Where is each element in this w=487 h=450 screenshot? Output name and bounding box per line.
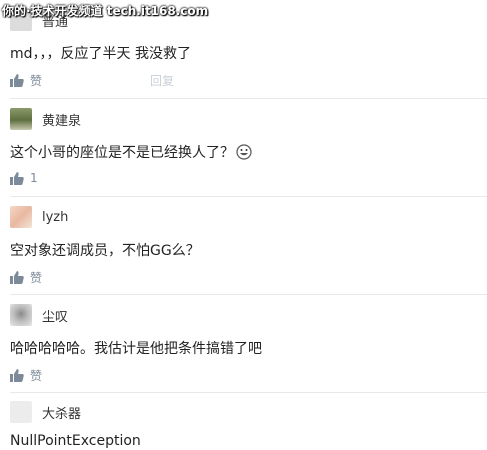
like-label: 赞 <box>30 271 43 285</box>
avatar[interactable] <box>10 401 32 423</box>
like-button[interactable]: 赞 <box>10 72 42 89</box>
comment-text-row: 这个小哥的座位是不是已经换人了？ <box>10 142 252 162</box>
username[interactable]: lyzh <box>42 210 68 225</box>
comment-header: lyzh <box>10 205 68 229</box>
comment-item: 尘叹 哈哈哈哈哈。我估计是他把条件搞错了吧 赞 <box>0 295 487 392</box>
like-label: 赞 <box>30 74 43 88</box>
thumbs-up-icon <box>10 74 24 87</box>
like-button[interactable]: 赞 <box>10 269 42 286</box>
grinning-face-icon <box>236 144 252 160</box>
thumbs-up-icon <box>10 171 24 185</box>
comment-item: 黄建泉 这个小哥的座位是不是已经换人了？ 1 <box>0 99 487 196</box>
username[interactable]: 大杀器 <box>42 403 81 422</box>
avatar[interactable] <box>10 108 32 130</box>
reply-label: 回复 <box>150 74 175 88</box>
comment-text: 空对象还调成员，不怕GG么？ <box>10 243 200 259</box>
comment-text: 哈哈哈哈哈。我估计是他把条件搞错了吧 <box>10 341 262 357</box>
comment-header: 黄建泉 <box>10 107 81 131</box>
comment-text: 这个小哥的座位是不是已经换人了？ <box>10 145 234 161</box>
watermark: 你的·技术开发频道 tech.it168.com <box>2 4 209 18</box>
comment-text: NullPointException <box>10 433 141 449</box>
username[interactable]: 尘叹 <box>42 306 68 325</box>
comment-item: lyzh 空对象还调成员，不怕GG么？ 赞 <box>0 197 487 294</box>
avatar[interactable] <box>10 206 32 228</box>
like-count: 1 <box>30 171 38 185</box>
reply-button[interactable]: 回复 <box>150 72 174 89</box>
comment-text: md，，，反应了半天 我没救了 <box>10 46 191 62</box>
thumbs-up-icon <box>10 271 24 284</box>
thumbs-up-icon <box>10 369 24 382</box>
avatar[interactable] <box>10 304 32 326</box>
like-button[interactable]: 赞 <box>10 367 42 384</box>
like-label: 赞 <box>30 369 43 383</box>
comment-item: 大杀器 NullPointException <box>0 393 487 450</box>
comment-header: 大杀器 <box>10 400 81 424</box>
comment-header: 尘叹 <box>10 303 68 327</box>
like-button[interactable]: 1 <box>10 171 38 185</box>
username[interactable]: 黄建泉 <box>42 110 81 129</box>
